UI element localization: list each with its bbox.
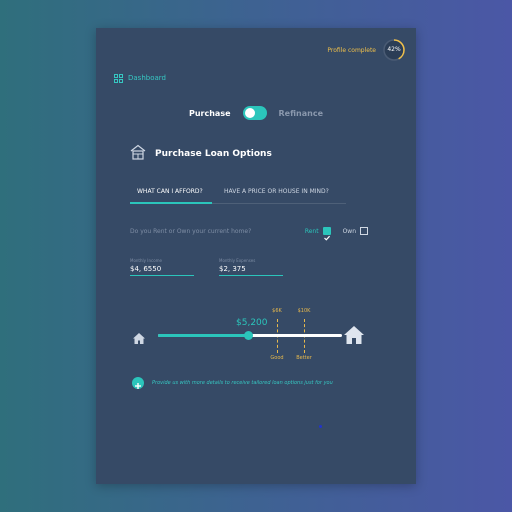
slider-fill — [158, 334, 249, 337]
rent-own-question: Do you Rent or Own your current home? — [130, 227, 252, 235]
own-label: Own — [342, 227, 356, 235]
profile-progress-ring: 42% — [382, 38, 406, 62]
house-icon — [130, 144, 146, 164]
refinance-label[interactable]: Refinance — [279, 109, 323, 118]
slider-value: $5,200 — [236, 318, 268, 328]
profile-complete-label: Profile complete — [327, 46, 376, 54]
dashboard-link[interactable]: Dashboard — [114, 68, 166, 87]
profile-complete-percent: 42% — [387, 46, 401, 53]
monthly-expenses-value[interactable]: $2, 375 — [219, 265, 283, 276]
monthly-expenses-label: Monthly Expenses — [219, 258, 256, 263]
marker-6k-label: $6K — [272, 308, 282, 314]
mouse-cursor-dot — [319, 425, 322, 428]
section-header: Purchase Loan Options — [130, 144, 272, 164]
monthly-income-label: Monthly Income — [130, 258, 163, 263]
monthly-expenses-field[interactable]: Monthly Expenses $2, 375 — [219, 258, 283, 276]
info-row: Provide us with more details to receive … — [132, 377, 333, 389]
rent-checkbox[interactable] — [322, 227, 331, 241]
dashboard-label: Dashboard — [128, 73, 166, 82]
add-icon[interactable] — [132, 377, 144, 389]
large-house-icon — [344, 326, 364, 348]
tab-price-or-house[interactable]: HAVE A PRICE OR HOUSE IN MIND? — [212, 186, 329, 204]
marker-better-label: Better — [296, 355, 312, 361]
small-house-icon — [133, 329, 145, 348]
loan-tabs: WHAT CAN I AFFORD? HAVE A PRICE OR HOUSE… — [130, 186, 346, 204]
monthly-income-field[interactable]: Monthly Income $4, 6550 — [130, 258, 194, 276]
loan-options-card: Profile complete 42% Dashboard Purchase … — [96, 28, 416, 484]
monthly-income-value[interactable]: $4, 6550 — [130, 265, 194, 276]
marker-good-label: Good — [270, 355, 284, 361]
info-text: Provide us with more details to receive … — [152, 380, 333, 386]
purchase-label[interactable]: Purchase — [189, 109, 231, 118]
dashboard-grid-icon — [114, 68, 123, 87]
purchase-refinance-switch[interactable] — [242, 106, 267, 120]
slider-track[interactable] — [158, 331, 342, 340]
checkmark-icon — [323, 235, 330, 241]
profile-complete[interactable]: Profile complete 42% — [327, 38, 406, 62]
marker-10k-label: $10K — [297, 308, 311, 314]
slider-thumb[interactable] — [243, 331, 253, 340]
rent-label: Rent — [304, 227, 319, 235]
purchase-refinance-toggle-row: Purchase Refinance — [96, 106, 416, 120]
switch-knob — [244, 108, 255, 118]
tab-what-can-i-afford[interactable]: WHAT CAN I AFFORD? — [130, 186, 212, 204]
section-title: Purchase Loan Options — [155, 149, 272, 159]
rent-own-row: Do you Rent or Own your current home? Re… — [130, 227, 368, 241]
own-checkbox[interactable] — [360, 227, 368, 235]
